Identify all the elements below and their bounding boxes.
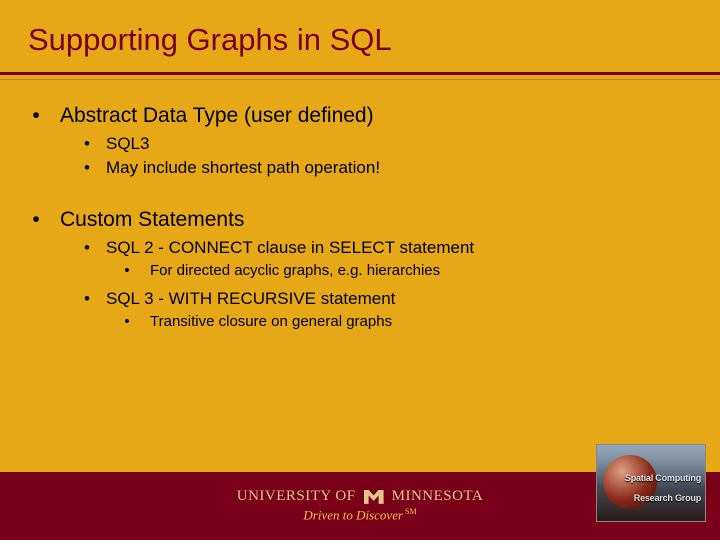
content: • Abstract Data Type (user defined) • SQ…: [0, 80, 720, 330]
bullet-l3: • For directed acyclic graphs, e.g. hier…: [122, 262, 680, 279]
org-name: MINNESOTA: [392, 488, 484, 505]
badge-line2: Research Group: [634, 493, 701, 503]
bullet-l2: • SQL 3 - WITH RECURSIVE statement: [82, 289, 680, 309]
badge-line1: Spatial Computing: [625, 473, 701, 483]
slide: Supporting Graphs in SQL • Abstract Data…: [0, 0, 720, 540]
bullet-text: SQL 2 - CONNECT clause in SELECT stateme…: [106, 238, 474, 258]
title-rule: [0, 72, 720, 75]
bullet-icon: •: [82, 134, 92, 154]
tagline-text: Driven to Discover: [303, 508, 403, 523]
bullet-text: SQL 3 - WITH RECURSIVE statement: [106, 289, 395, 309]
bullet-icon: •: [82, 238, 92, 258]
bullet-l1: • Abstract Data Type (user defined): [30, 104, 680, 128]
slide-title: Supporting Graphs in SQL: [28, 22, 720, 58]
bullet-text: Transitive closure on general graphs: [150, 313, 392, 330]
bullet-text: May include shortest path operation!: [106, 158, 380, 178]
bullet-l3: • Transitive closure on general graphs: [122, 313, 680, 330]
bullet-l1: • Custom Statements: [30, 208, 680, 232]
bullet-l2: • SQL3: [82, 134, 680, 154]
bullet-l2: • SQL 2 - CONNECT clause in SELECT state…: [82, 238, 680, 258]
bullet-text: Custom Statements: [60, 208, 244, 232]
bullet-icon: •: [30, 104, 42, 128]
bullet-text: For directed acyclic graphs, e.g. hierar…: [150, 262, 440, 279]
bullet-icon: •: [122, 262, 132, 279]
bullet-text: Abstract Data Type (user defined): [60, 104, 374, 128]
bullet-l2: • May include shortest path operation!: [82, 158, 680, 178]
bullet-icon: •: [122, 313, 132, 330]
org-prefix: UNIVERSITY OF: [237, 488, 356, 505]
bullet-icon: •: [30, 208, 42, 232]
bullet-text: SQL3: [106, 134, 149, 154]
tagline: Driven to DiscoverSM: [303, 507, 416, 523]
block-m-icon: [364, 490, 384, 504]
tagline-mark: SM: [405, 507, 417, 516]
research-group-badge: Spatial Computing Research Group: [596, 444, 706, 522]
bullet-icon: •: [82, 289, 92, 309]
bullet-icon: •: [82, 158, 92, 178]
org-wordmark: UNIVERSITY OF MINNESOTA: [237, 488, 484, 505]
title-block: Supporting Graphs in SQL: [0, 0, 720, 68]
